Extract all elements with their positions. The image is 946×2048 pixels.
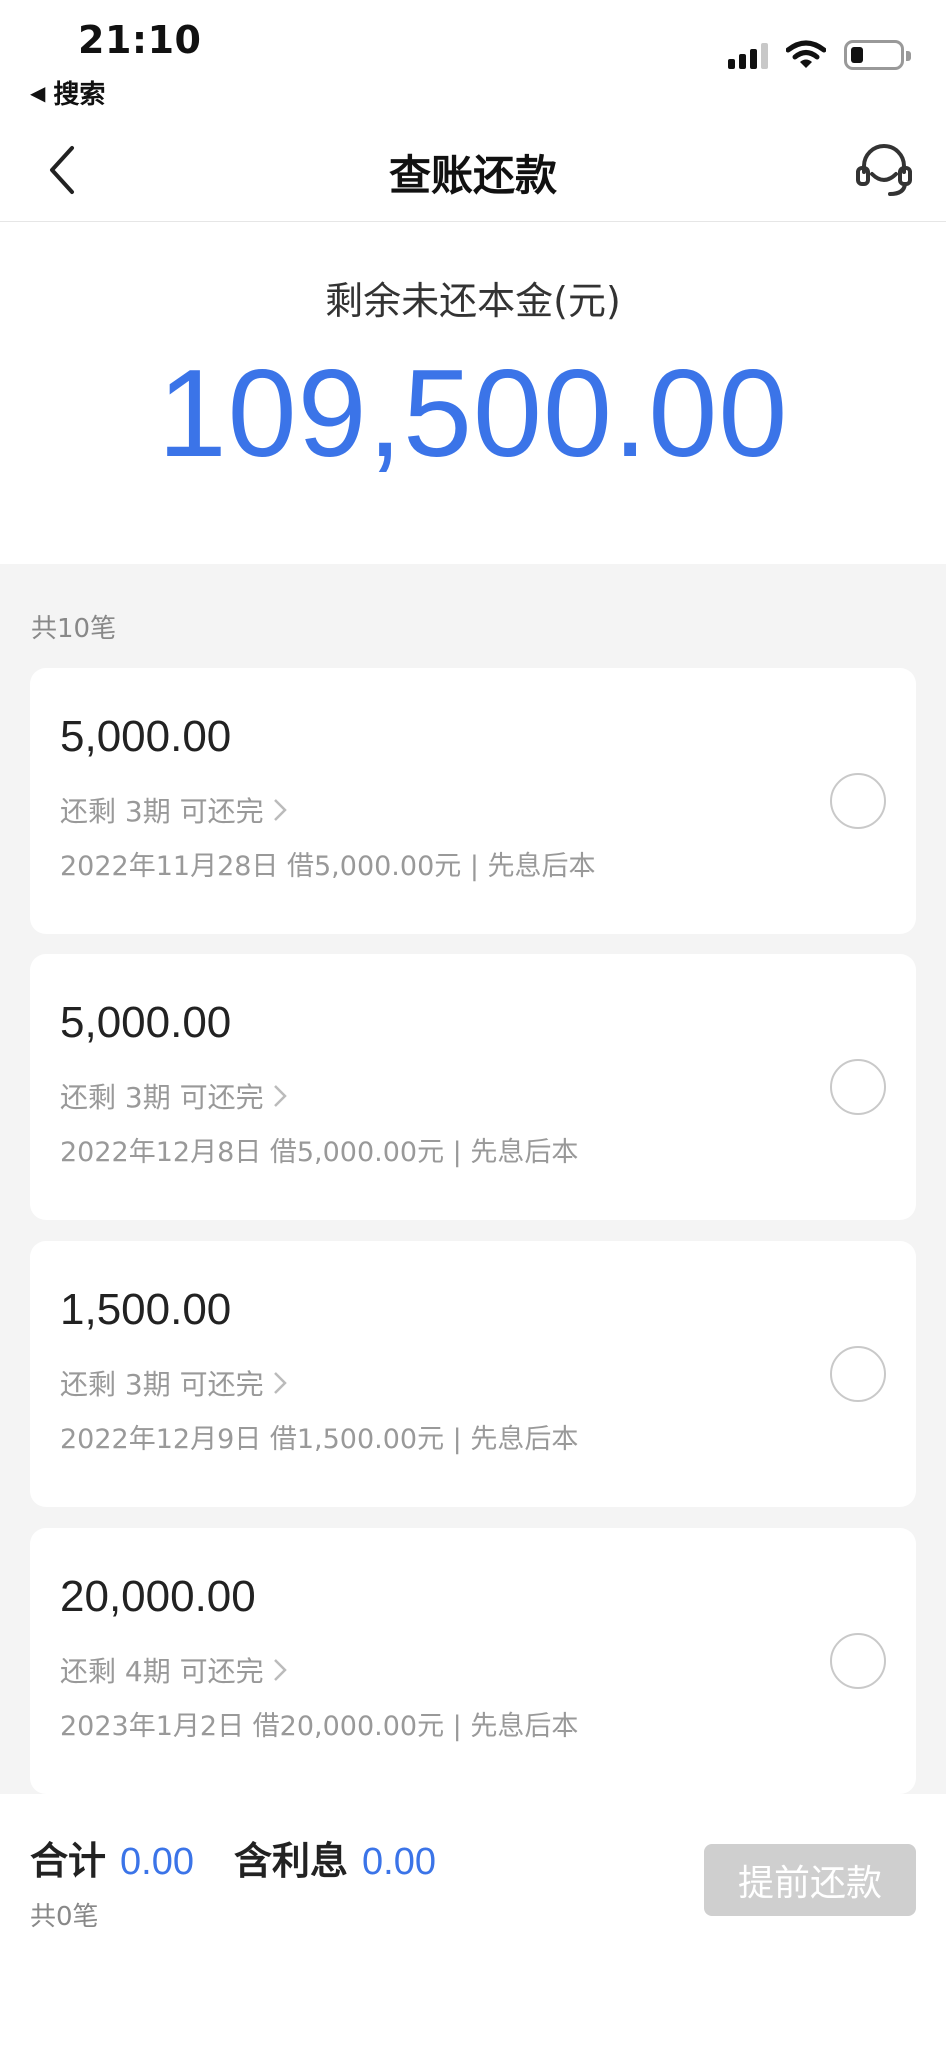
loan-remaining-label: 还剩 3期 可还完 — [60, 1081, 264, 1114]
total-value: 0.00 — [120, 1841, 194, 1883]
chevron-right-icon — [273, 1659, 287, 1681]
summary-amount: 109,500.00 — [157, 345, 789, 483]
selected-count: 共0笔 — [30, 1902, 99, 1932]
loan-list: 共10笔 5,000.00 还剩 3期 可还完 2022年11月28日 借5,0… — [0, 564, 946, 1794]
loan-remaining-periods-link[interactable]: 还剩 4期 可还完 — [60, 1650, 290, 1690]
loan-select-radio[interactable] — [830, 773, 886, 829]
battery-icon — [844, 40, 911, 70]
chevron-right-icon — [273, 799, 287, 821]
interest-label: 含利息 — [233, 1839, 348, 1883]
loan-card[interactable]: 20,000.00 还剩 4期 可还完 2023年1月2日 借20,000.00… — [30, 1528, 916, 1794]
loan-remaining-periods-link[interactable]: 还剩 3期 可还完 — [60, 790, 290, 830]
loan-detail: 2023年1月2日 借20,000.00元 | 先息后本 — [60, 1711, 579, 1742]
total-line: 合计 0.00 含利息 0.00 — [30, 1830, 462, 1885]
loan-card[interactable]: 1,500.00 还剩 3期 可还完 2022年12月9日 借1,500.00元… — [30, 1241, 916, 1507]
status-icons — [728, 40, 911, 70]
loan-detail: 2022年12月8日 借5,000.00元 | 先息后本 — [60, 1137, 579, 1168]
back-triangle-icon: ◀ — [30, 80, 46, 105]
loan-remaining-periods-link[interactable]: 还剩 3期 可还完 — [60, 1076, 290, 1116]
loan-detail: 2022年12月9日 借1,500.00元 | 先息后本 — [60, 1424, 579, 1455]
wifi-icon — [786, 40, 826, 68]
summary-label: 剩余未还本金(元) — [325, 279, 621, 323]
interest-value: 0.00 — [362, 1841, 436, 1883]
prepay-button[interactable]: 提前还款 — [704, 1844, 916, 1916]
loan-select-radio[interactable] — [830, 1633, 886, 1689]
signal-icon — [728, 41, 768, 69]
loan-remaining-label: 还剩 4期 可还完 — [60, 1655, 264, 1688]
total-label: 合计 — [30, 1839, 107, 1883]
status-back-label: 搜索 — [53, 80, 106, 110]
bottom-summary-bar: 合计 0.00 含利息 0.00 共0笔 提前还款 — [0, 1794, 946, 2048]
remaining-principal-summary: 剩余未还本金(元) 109,500.00 — [0, 222, 946, 564]
status-time: 21:10 — [78, 18, 202, 62]
loan-amount: 5,000.00 — [60, 998, 232, 1047]
loan-card[interactable]: 5,000.00 还剩 3期 可还完 2022年12月8日 借5,000.00元… — [30, 954, 916, 1220]
loan-detail: 2022年11月28日 借5,000.00元 | 先息后本 — [60, 851, 596, 882]
nav-bar: 查账还款 — [0, 120, 946, 222]
loan-amount: 5,000.00 — [60, 712, 232, 761]
loan-card[interactable]: 5,000.00 还剩 3期 可还完 2022年11月28日 借5,000.00… — [30, 668, 916, 934]
loan-amount: 20,000.00 — [60, 1572, 256, 1621]
status-back-to-search[interactable]: ◀ 搜索 — [30, 74, 105, 111]
loan-remaining-label: 还剩 3期 可还完 — [60, 795, 264, 828]
chevron-right-icon — [273, 1085, 287, 1107]
loan-amount: 1,500.00 — [60, 1285, 232, 1334]
loan-select-radio[interactable] — [830, 1059, 886, 1115]
loan-remaining-label: 还剩 3期 可还完 — [60, 1368, 264, 1401]
page-title: 查账还款 — [388, 151, 557, 200]
chevron-right-icon — [273, 1372, 287, 1394]
loan-select-radio[interactable] — [830, 1346, 886, 1402]
loan-count: 共10笔 — [31, 614, 117, 644]
customer-service-icon[interactable] — [852, 138, 916, 202]
status-bar: 21:10 ◀ 搜索 — [0, 0, 946, 120]
loan-remaining-periods-link[interactable]: 还剩 3期 可还完 — [60, 1363, 290, 1403]
